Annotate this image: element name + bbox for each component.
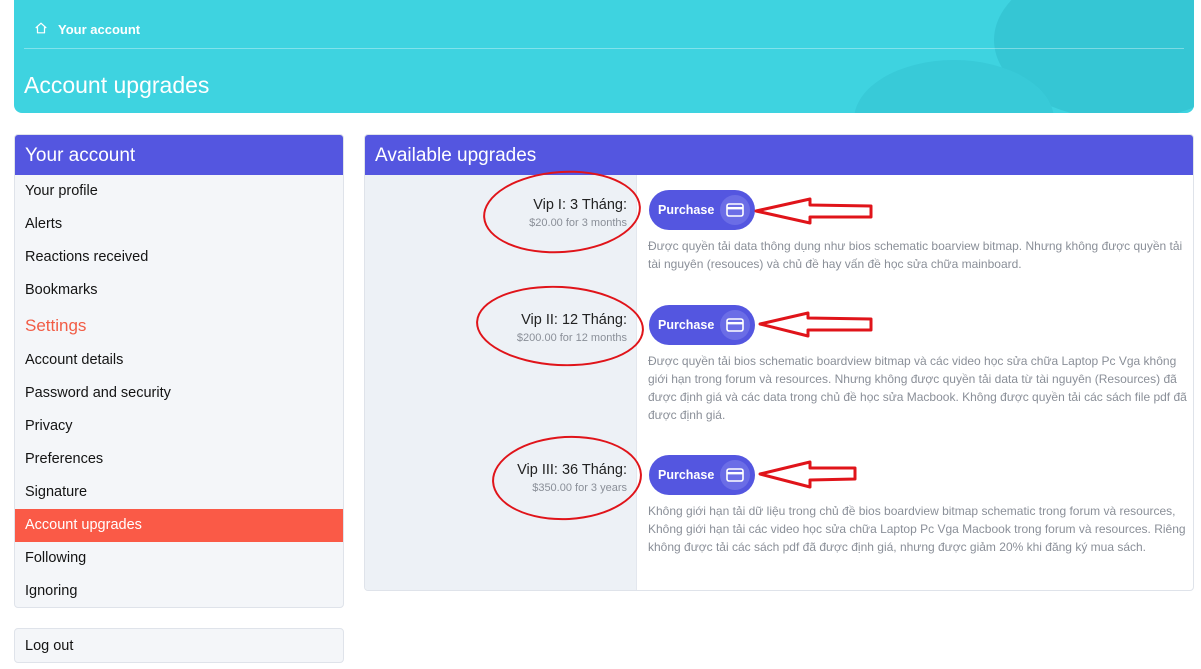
sidebar-item-your-profile[interactable]: Your profile	[15, 175, 343, 208]
sidebar-item-preferences[interactable]: Preferences	[15, 443, 343, 476]
sidebar-item-alerts[interactable]: Alerts	[15, 208, 343, 241]
purchase-button[interactable]: Purchase	[649, 455, 755, 495]
panel-heading: Available upgrades	[365, 135, 1193, 175]
purchase-button-label: Purchase	[658, 203, 715, 217]
upgrade-description: Không giới hạn tải dữ liệu trong chủ đề …	[648, 504, 1186, 554]
sidebar-heading: Your account	[15, 135, 343, 175]
upgrade-description: Được quyền tải data thông dụng như bios …	[648, 239, 1183, 271]
sidebar-item-signature[interactable]: Signature	[15, 476, 343, 509]
page-title: Account upgrades	[24, 72, 210, 98]
sidebar-section-settings: Settings	[25, 316, 87, 335]
sidebar-item-bookmarks[interactable]: Bookmarks	[15, 274, 343, 307]
annotation-arrow	[754, 197, 873, 225]
logout-link[interactable]: Log out	[14, 628, 344, 663]
annotation-arrow	[758, 311, 873, 338]
credit-card-icon	[720, 195, 750, 225]
sidebar-item-account-details[interactable]: Account details	[15, 344, 343, 377]
purchase-button-label: Purchase	[658, 318, 715, 332]
sidebar-item-ignoring[interactable]: Ignoring	[15, 575, 343, 607]
sidebar-item-privacy[interactable]: Privacy	[15, 410, 343, 443]
home-icon	[34, 21, 48, 38]
breadcrumb-link-your-account[interactable]: Your account	[58, 22, 140, 37]
sidebar-item-password-and-security[interactable]: Password and security	[15, 377, 343, 410]
credit-card-icon	[720, 460, 750, 490]
account-sidebar: Your account Your profile Alerts Reactio…	[14, 134, 344, 608]
breadcrumb[interactable]: Your account	[34, 21, 140, 38]
purchase-button[interactable]: Purchase	[649, 305, 755, 345]
sidebar-item-reactions-received[interactable]: Reactions received	[15, 241, 343, 274]
credit-card-icon	[720, 310, 750, 340]
upgrade-description: Được quyền tải bios schematic boardview …	[648, 354, 1187, 422]
sidebar-item-account-upgrades[interactable]: Account upgrades	[15, 509, 343, 542]
header-divider	[24, 48, 1184, 49]
purchase-button[interactable]: Purchase	[649, 190, 755, 230]
page-header: Your account Account upgrades	[14, 0, 1194, 113]
sidebar-item-following[interactable]: Following	[15, 542, 343, 575]
annotation-arrow	[758, 460, 857, 489]
purchase-button-label: Purchase	[658, 468, 715, 482]
